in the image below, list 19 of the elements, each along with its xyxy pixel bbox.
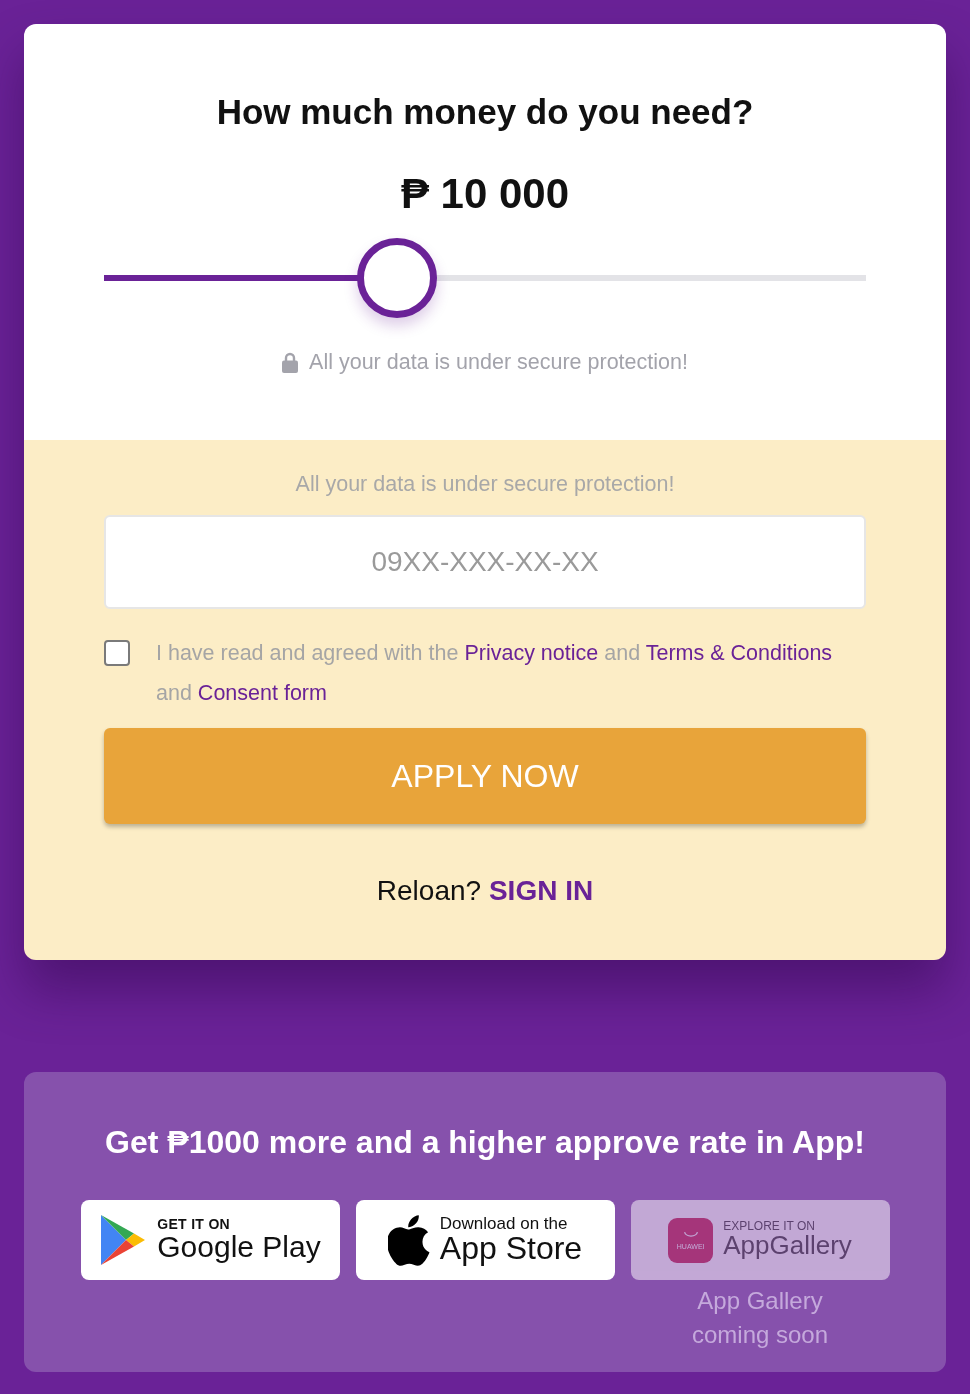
policy-link[interactable]: Privacy notice (464, 641, 599, 665)
question-heading: How much money do you need? (216, 91, 754, 133)
slider-thumb[interactable] (357, 238, 438, 318)
lock-icon (282, 351, 299, 373)
reloan-text: Reloan? SIGN IN (376, 874, 594, 908)
policy-link[interactable]: Terms & Conditions (645, 641, 833, 665)
consent-checkbox[interactable] (104, 640, 130, 666)
consent-text: I have read and agreed with the Privacy notice and Terms & Conditions and Consent form (156, 640, 834, 707)
coming-soon-note: App Gallery coming soon (690, 1286, 830, 1350)
store-badge[interactable]: GET IT ON Google Play (80, 1200, 340, 1280)
promo-heading: Get ₱1000 more and a higher approve rate in App! (105, 1123, 865, 1162)
security-note: All your data is under secure protection! (309, 349, 688, 376)
sign-in-link[interactable]: SIGN IN (488, 875, 594, 906)
apple-icon (387, 1213, 430, 1267)
security-note: All your data is under secure protection! (295, 471, 675, 498)
phone-field[interactable]: 09XX-XXX-XX-XX (104, 515, 866, 609)
policy-link[interactable]: Consent form (197, 681, 327, 705)
loan-amount: ₱ 10 000 (400, 169, 570, 219)
store-badge[interactable]: Download on the App Store (355, 1200, 615, 1280)
